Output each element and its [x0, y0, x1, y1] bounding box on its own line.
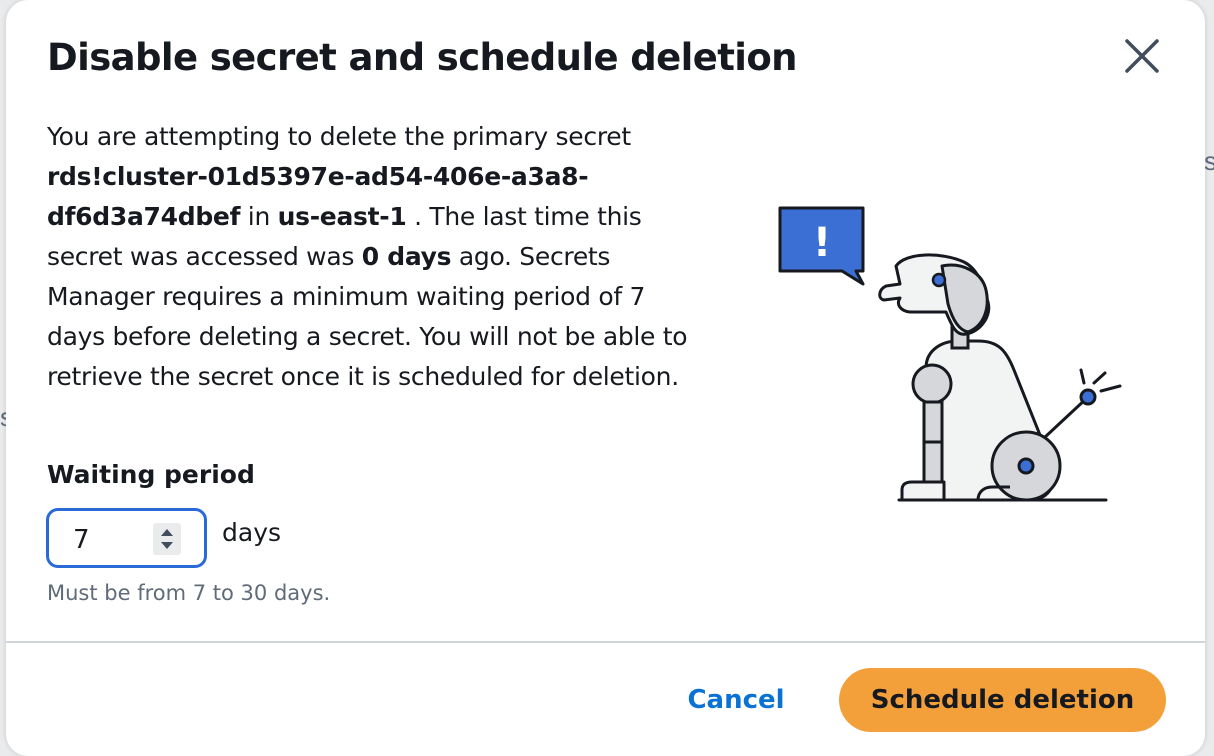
chevron-down-icon[interactable] — [161, 542, 173, 549]
chevron-up-icon[interactable] — [161, 529, 173, 536]
delete-secret-modal: Disable secret and schedule deletion You… — [6, 0, 1205, 756]
close-icon — [1125, 39, 1159, 73]
warning-text-part: You are attempting to delete the primary… — [47, 122, 631, 151]
svg-text:!: ! — [813, 220, 831, 266]
modal-title: Disable secret and schedule deletion — [47, 36, 798, 79]
waiting-period-value[interactable] — [73, 525, 143, 555]
footer-divider — [6, 641, 1205, 643]
background-fragment: s — [1204, 146, 1214, 176]
cancel-button[interactable]: Cancel — [666, 668, 806, 732]
waiting-period-input[interactable] — [46, 508, 207, 568]
deletion-warning-text: You are attempting to delete the primary… — [47, 117, 697, 397]
waiting-period-label: Waiting period — [47, 460, 255, 489]
warning-text-part: in — [240, 202, 278, 231]
robot-dog-illustration: ! — [766, 200, 1126, 510]
number-stepper[interactable] — [153, 523, 181, 555]
schedule-deletion-button[interactable]: Schedule deletion — [839, 668, 1166, 732]
constraint-text: Must be from 7 to 30 days. — [47, 581, 331, 605]
last-accessed-value: 0 days — [361, 242, 452, 271]
exclamation-icon: ! — [813, 220, 831, 266]
secret-region: us-east-1 — [277, 202, 407, 231]
waiting-period-unit: days — [222, 518, 282, 547]
close-button[interactable] — [1118, 32, 1166, 80]
